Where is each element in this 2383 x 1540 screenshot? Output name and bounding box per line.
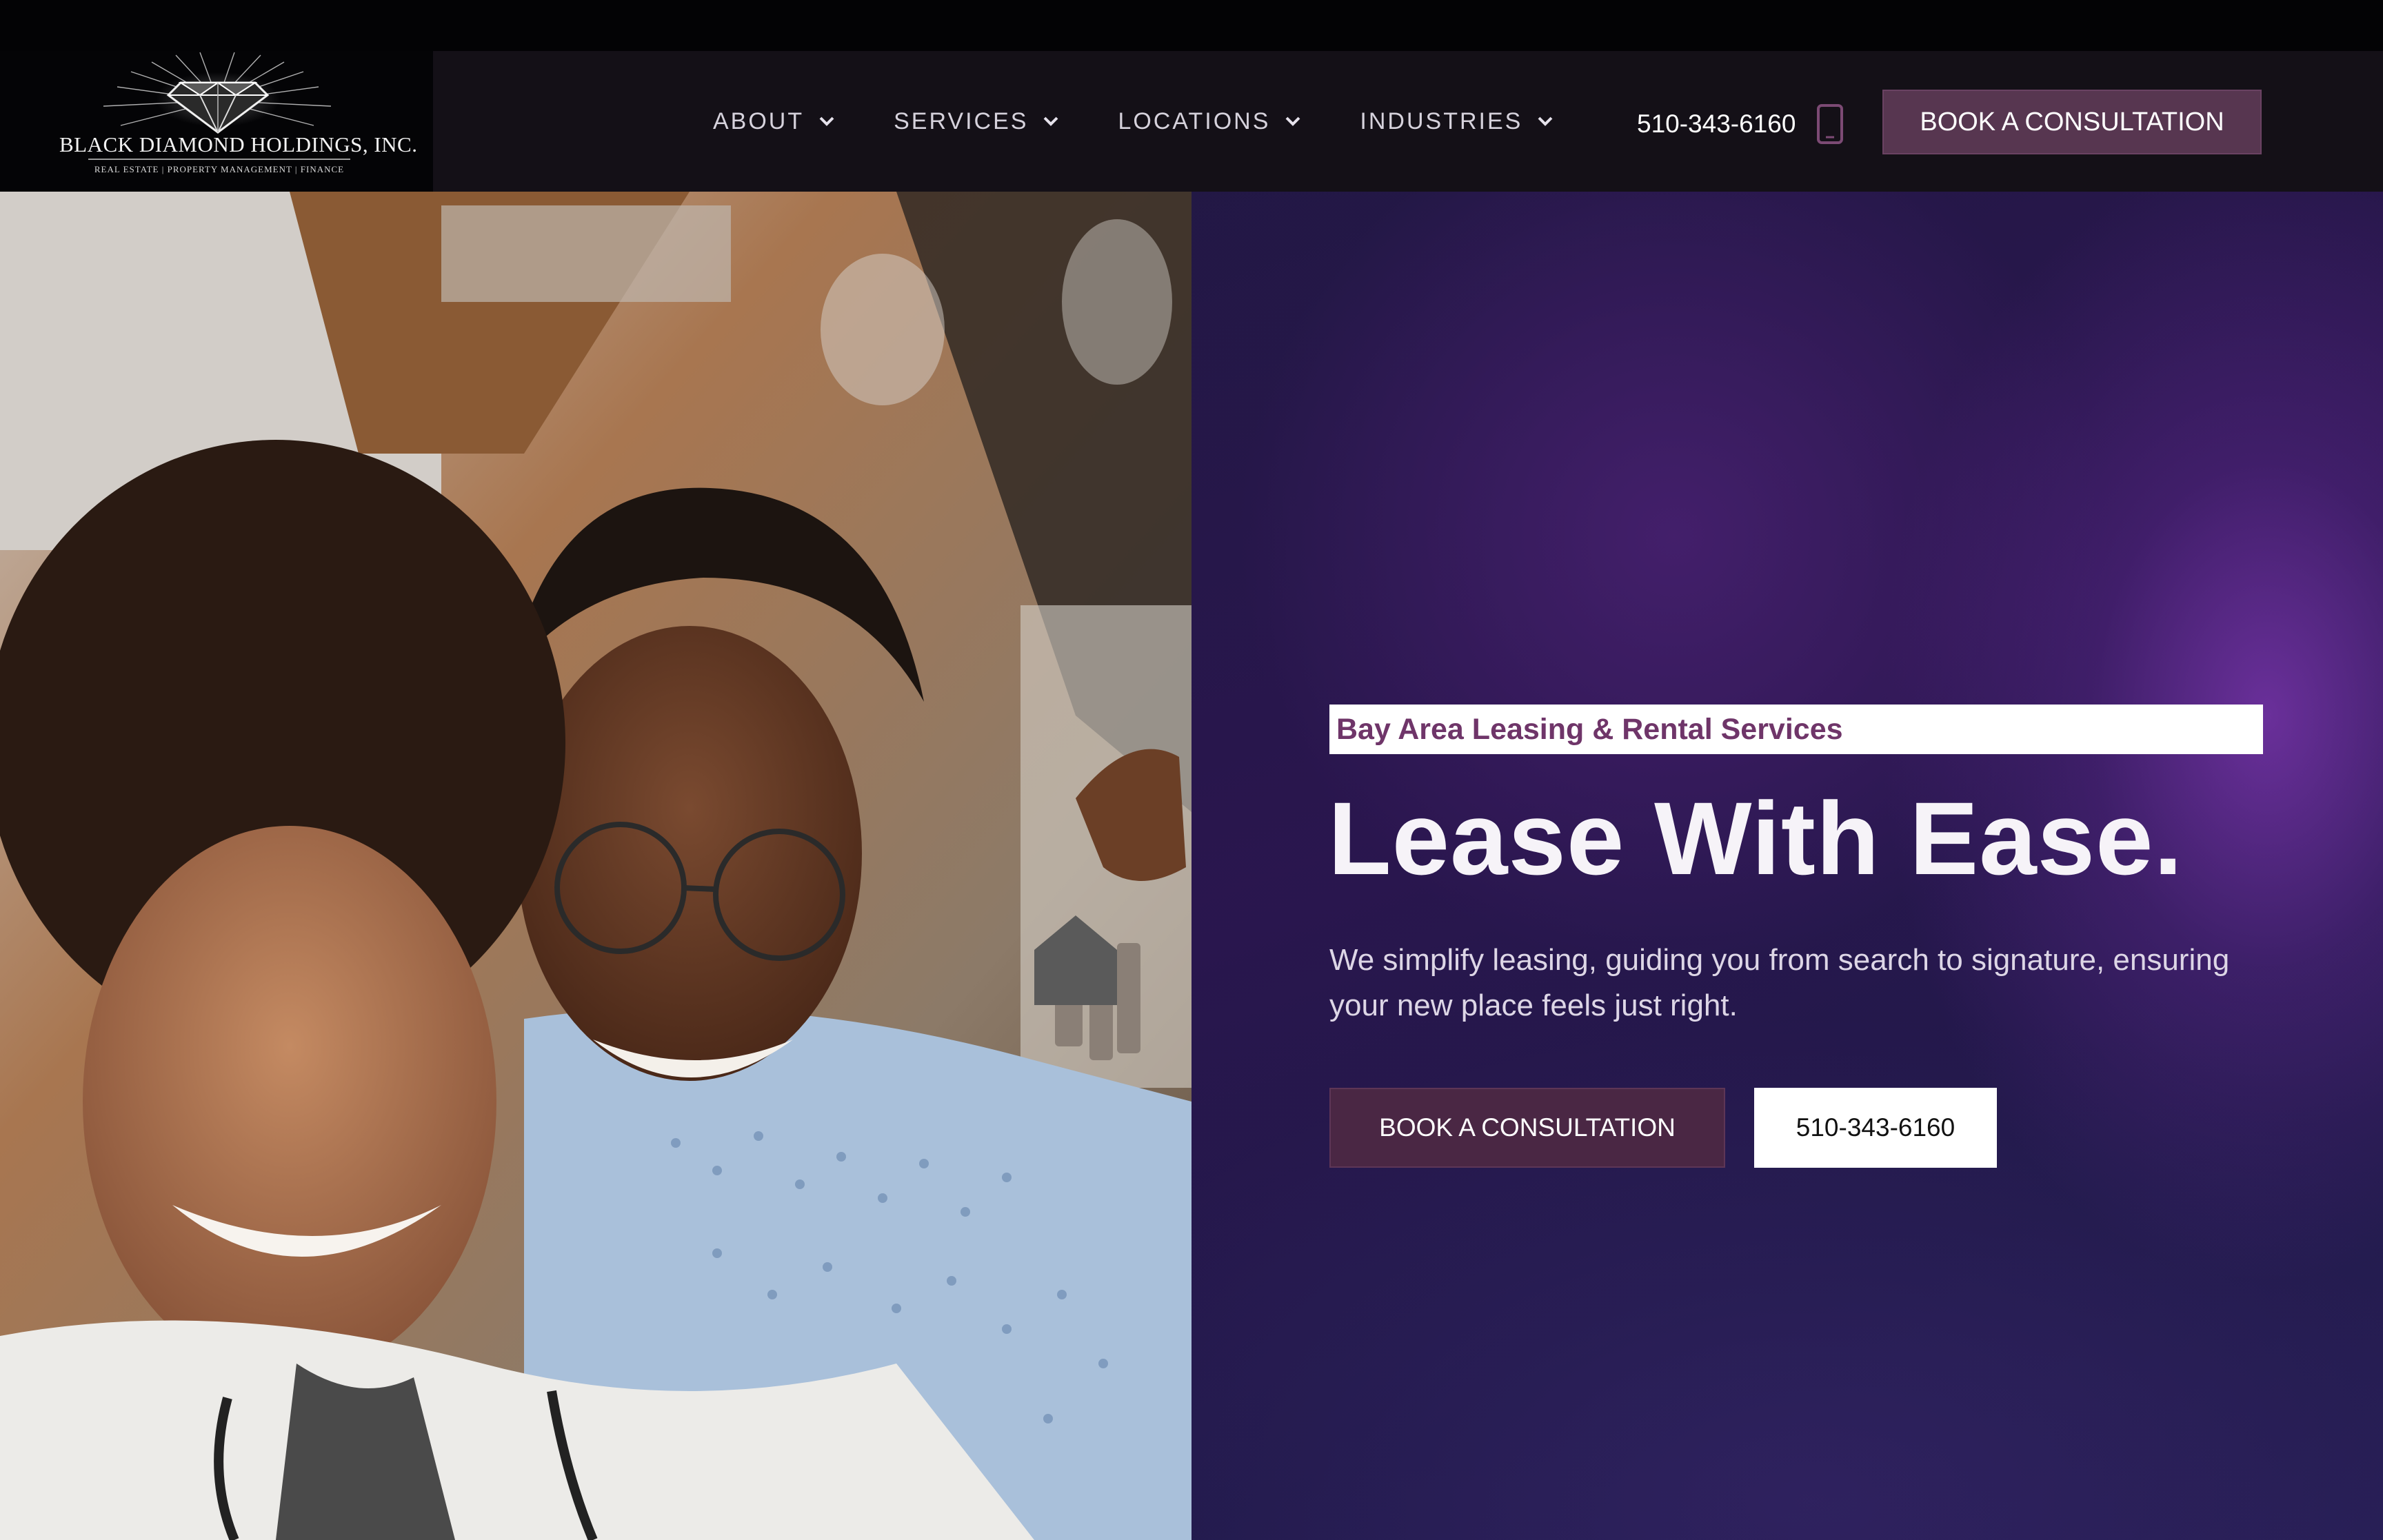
header-book-consultation-button[interactable]: BOOK A CONSULTATION [1882,90,2262,154]
hero-subtext: We simplify leasing, guiding you from se… [1329,943,2230,1022]
nav-item-label: LOCATIONS [1118,108,1271,134]
brand-name: BLACK DIAMOND HOLDINGS, INC. [59,132,418,156]
hero-kicker: Bay Area Leasing & Rental Services [1329,705,2263,754]
logo-divider [88,159,350,160]
chevron-down-icon [819,116,834,126]
nav-item-services[interactable]: SERVICES [894,108,1060,135]
chevron-down-icon [1538,116,1553,126]
mobile-phone-icon [1817,104,1844,144]
nav-item-label: SERVICES [894,108,1029,134]
page: BLACK DIAMOND HOLDINGS, INC. REAL ESTATE… [0,0,2383,1540]
nav-item-about[interactable]: ABOUT [713,108,836,135]
site-header: BLACK DIAMOND HOLDINGS, INC. REAL ESTATE… [0,51,2383,192]
header-phone-number: 510-343-6160 [1637,110,1796,138]
brand-logo[interactable]: BLACK DIAMOND HOLDINGS, INC. REAL ESTATE… [0,51,433,192]
chevron-down-icon [1286,116,1300,126]
hero-headline: Lease With Ease. [1328,780,2184,896]
nav-item-industries[interactable]: INDUSTRIES [1360,108,1554,135]
nav-item-label: ABOUT [713,108,805,134]
header-phone-link[interactable]: 510-343-6160 [1637,103,1844,145]
hero-phone-button[interactable]: 510-343-6160 [1754,1088,1997,1168]
nav-item-locations[interactable]: LOCATIONS [1118,108,1302,135]
brand-tagline: REAL ESTATE | PROPERTY MANAGEMENT | FINA… [94,164,345,174]
chevron-down-icon [1044,116,1058,126]
top-strip [0,0,2383,51]
hero-book-consultation-button[interactable]: BOOK A CONSULTATION [1329,1088,1725,1168]
hero-photo [0,192,1192,1540]
couple-with-keys-photo [0,192,1192,1540]
nav-item-label: INDUSTRIES [1360,108,1523,134]
main-nav: ABOUT SERVICES LOCATIONS INDUSTRIES [713,106,1554,136]
